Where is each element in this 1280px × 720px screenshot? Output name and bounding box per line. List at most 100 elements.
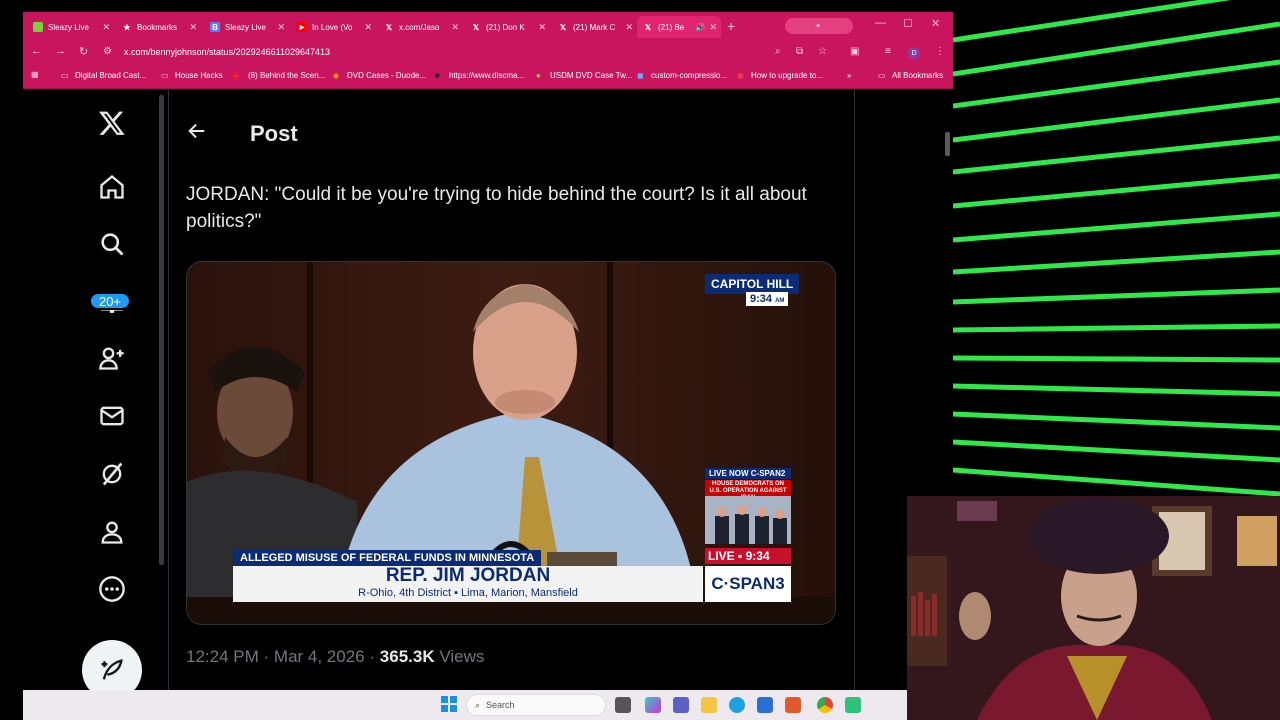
menu-icon[interactable]: ⋮ [935, 46, 945, 57]
lower-third-topic: ALLEGED MISUSE OF FEDERAL FUNDS IN MINNE… [233, 550, 542, 566]
x-icon: 𝕏 [385, 22, 393, 32]
back-icon[interactable]: ← [31, 45, 42, 57]
more-bookmarks-icon[interactable]: » [847, 71, 851, 80]
avatar[interactable]: D [908, 47, 920, 59]
window-close-icon[interactable]: ✕ [931, 17, 940, 30]
post-meta: 12:24 PM · Mar 4, 2026 · 365.3K Views [186, 647, 484, 667]
close-icon[interactable]: ✕ [538, 22, 546, 33]
search-icon[interactable] [97, 229, 127, 259]
bookmark-item[interactable]: ● USDM DVD Case Tw... [536, 71, 632, 80]
search-icon: ⌕ [475, 699, 481, 710]
profile-icon[interactable] [97, 517, 127, 547]
x-icon: 𝕏 [559, 22, 567, 32]
live-time: 9:34 [745, 549, 770, 563]
home-icon[interactable] [97, 172, 127, 202]
x-logo-icon[interactable] [97, 108, 127, 138]
tab-x-mark[interactable]: 𝕏 (21) Mark C ✕ [552, 16, 637, 38]
bookmark-label: USDM DVD Case Tw... [550, 71, 633, 80]
x-icon: 𝕏 [644, 22, 652, 32]
minimize-icon[interactable]: — [875, 17, 886, 29]
site-info-icon[interactable]: ⚙ [103, 46, 112, 57]
file-explorer-icon[interactable] [701, 697, 717, 713]
mail-icon[interactable] [97, 401, 127, 431]
webcam-overlay [907, 496, 1280, 720]
close-icon[interactable]: ✕ [451, 22, 459, 33]
install-icon[interactable]: ⧉ [796, 46, 803, 57]
post-date[interactable]: Mar 4, 2026 [274, 647, 365, 666]
bookmark-item[interactable]: ■ https://www.discma... [435, 71, 524, 80]
bookmark-star-icon[interactable]: ☆ [818, 46, 827, 57]
bookmark-item[interactable]: ◼ custom-compressio... [637, 71, 727, 80]
more-icon[interactable] [97, 574, 127, 604]
app-icon[interactable] [785, 697, 801, 713]
close-icon[interactable]: ✕ [364, 22, 372, 33]
teams-icon[interactable] [673, 697, 689, 713]
apps-icon[interactable]: ▦ [31, 71, 45, 79]
live-label: LIVE [708, 549, 735, 563]
profile-pill[interactable]: ✦ [785, 18, 853, 34]
edge-icon[interactable] [729, 697, 745, 713]
address-bar[interactable]: x.com/bennyjohnson/status/20292466110296… [124, 47, 330, 57]
bookmark-label: How to upgrade to... [751, 71, 824, 80]
taskbar-search[interactable]: ⌕ Search [466, 694, 606, 716]
store-icon[interactable] [757, 697, 773, 713]
media-icon[interactable]: ≡ [885, 46, 891, 57]
discmakers-icon: ■ [435, 70, 440, 80]
zoom-icon[interactable]: ⌕ [775, 46, 781, 57]
bookmark-r-icon: B [210, 22, 220, 32]
chrome-icon[interactable] [817, 697, 833, 713]
windows-start-icon[interactable] [441, 696, 457, 712]
clock-text: 9:34 [750, 293, 773, 305]
bookmark-item[interactable]: ▶ (8) Behind the Scen... [234, 71, 325, 80]
bookmarks-bar: ▦ ▭ Digital Broad Cast... ▭ House Hacks ▶ (… [23, 65, 953, 89]
bookmark-item[interactable]: ◆ DVD Cases - Duode... [333, 71, 426, 80]
tab-in-love[interactable]: ▶ In Love (Vo ✕ [291, 16, 376, 38]
new-tab-button[interactable]: + [727, 18, 735, 34]
close-icon[interactable]: ✕ [277, 22, 285, 33]
compose-button[interactable] [82, 640, 142, 690]
tab-label: (21) Be [658, 22, 685, 32]
video-player[interactable]: CAPITOL HILL 9:34 AM LIVE NOW C-SPAN2 HO… [186, 261, 836, 625]
forward-icon[interactable]: → [55, 45, 66, 57]
extensions-icon[interactable]: ▣ [850, 46, 859, 57]
separator: · [369, 647, 376, 666]
network-logo: C·SPAN3 [705, 566, 791, 602]
post-time[interactable]: 12:24 PM [186, 647, 259, 666]
tab-x-active[interactable]: 𝕏 (21) Be 🔊 ✕ [637, 16, 721, 38]
tab-x-jaso[interactable]: 𝕏 x.com/Jaso ✕ [378, 16, 463, 38]
grok-icon[interactable] [97, 459, 127, 489]
close-icon[interactable]: ✕ [102, 22, 110, 33]
task-view-icon[interactable] [615, 697, 631, 713]
close-icon[interactable]: ✕ [189, 22, 197, 33]
post-text: JORDAN: "Could it be you're trying to hi… [186, 184, 807, 232]
page-scrollbar[interactable] [945, 132, 950, 156]
browser-toolbar: ← → ↻ ⚙ x.com/bennyjohnson/status/202924… [23, 40, 953, 65]
bookmark-item[interactable]: ▭ Digital Broad Cast... [61, 71, 146, 80]
tab-label: Bookmarks [137, 22, 178, 32]
notifications-badge: 20+ [89, 292, 131, 310]
speaker-district: R-Ohio, 4th District ▪ Lima, Marion, Man… [358, 587, 578, 599]
live-now-label: LIVE NOW C-SPAN2 [705, 468, 791, 479]
speaker-icon[interactable]: 🔊 [695, 23, 705, 32]
close-icon[interactable]: ✕ [625, 22, 633, 33]
lower-third-name: REP. JIM JORDAN R-Ohio, 4th District ▪ L… [233, 566, 703, 602]
tab-x-don[interactable]: 𝕏 (21) Don K ✕ [465, 16, 550, 38]
close-icon[interactable]: ✕ [709, 22, 717, 33]
maximize-icon[interactable]: ☐ [903, 17, 913, 30]
bookmark-item[interactable]: ◉ How to upgrade to... [737, 71, 823, 80]
tab-sleazy-live-2[interactable]: B Sleazy Live ✕ [204, 16, 289, 38]
streaming-app-icon[interactable] [845, 697, 861, 713]
views-label: Views [439, 647, 485, 666]
tab-bookmarks[interactable]: ★ Bookmarks ✕ [116, 16, 201, 38]
browser-window: Sleazy Live ✕ ★ Bookmarks ✕ B Sleazy Liv… [23, 12, 953, 690]
all-bookmarks[interactable]: ▭ All Bookmarks [878, 71, 943, 80]
tab-sleazy-live-1[interactable]: Sleazy Live ✕ [27, 16, 114, 38]
tab-label: Sleazy Live [48, 22, 89, 32]
back-arrow-icon[interactable] [186, 120, 208, 147]
bookmark-item[interactable]: ▭ House Hacks [161, 71, 223, 80]
people-icon[interactable] [97, 343, 127, 373]
bookmark-label: Digital Broad Cast... [75, 71, 147, 80]
copilot-icon[interactable] [645, 697, 661, 713]
reload-icon[interactable]: ↻ [79, 45, 88, 58]
sidebar-scrollbar[interactable] [159, 95, 164, 565]
